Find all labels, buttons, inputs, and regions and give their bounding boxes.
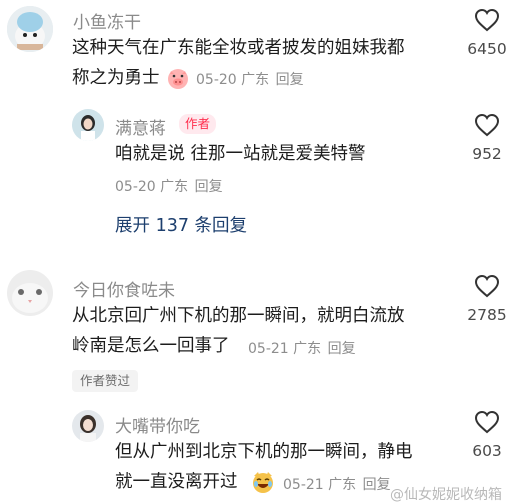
reply-button[interactable]: 回复 xyxy=(195,179,223,195)
comment-meta: 05-20 广东 回复 xyxy=(115,176,223,196)
heart-icon xyxy=(474,8,500,32)
comment-text-line-1: 咱就是说 往那一站就是爱美特警 xyxy=(115,144,366,164)
pig-face-emoji-icon xyxy=(166,66,190,90)
author-badge: 作者 xyxy=(179,114,217,134)
like-button[interactable] xyxy=(474,410,500,438)
comment-meta: 05-20 广东 回复 xyxy=(196,69,304,89)
comment-text-line-2: 称之为勇士 xyxy=(72,68,160,88)
avatar[interactable] xyxy=(72,109,104,141)
comment-location: 广东 xyxy=(328,477,357,493)
reply-button[interactable]: 回复 xyxy=(363,477,391,493)
commenter-name[interactable]: 大嘴带你吃 xyxy=(115,412,200,437)
comment-text-line-1: 从北京回广州下机的那一瞬间，就明白流放 xyxy=(72,306,405,326)
comment-text-line-1: 这种天气在广东能全妆或者披发的姐妹我都 xyxy=(72,38,405,58)
commenter-name[interactable]: 小鱼冻干 xyxy=(73,8,141,33)
like-button[interactable] xyxy=(474,113,500,141)
commenter-name[interactable]: 今日你食咗未 xyxy=(73,276,175,301)
avatar[interactable] xyxy=(72,410,104,442)
like-count: 2785 xyxy=(467,306,507,324)
heart-icon xyxy=(474,410,500,434)
laughing-cat-emoji-icon xyxy=(251,470,275,494)
author-liked-badge: 作者赞过 xyxy=(72,370,139,392)
comment-location: 广东 xyxy=(160,179,189,195)
comment-location: 广东 xyxy=(293,341,322,357)
like-count: 6450 xyxy=(467,40,507,58)
comment-date: 05-21 xyxy=(248,341,289,357)
comment-text-line-2: 岭南是怎么一回事了 xyxy=(72,336,230,356)
like-button[interactable] xyxy=(474,8,500,36)
heart-icon xyxy=(474,113,500,137)
like-button[interactable] xyxy=(474,274,500,302)
comment-date: 05-21 xyxy=(283,477,324,493)
reply-button[interactable]: 回复 xyxy=(328,341,356,357)
like-count: 603 xyxy=(472,442,502,460)
expand-replies-link[interactable]: 展开 137 条回复 xyxy=(115,212,247,237)
heart-icon xyxy=(474,274,500,298)
commenter-name[interactable]: 满意蒋 xyxy=(115,114,166,139)
avatar[interactable] xyxy=(7,6,53,52)
comment-date: 05-20 xyxy=(115,179,156,195)
comment-text-line-2: 就一直没离开过 xyxy=(115,472,238,492)
comment-meta: 05-21 广东 回复 xyxy=(248,338,356,358)
like-count: 952 xyxy=(472,145,502,163)
comment-meta: 05-21 广东 回复 xyxy=(283,474,391,494)
comment-text-line-1: 但从广州到北京下机的那一瞬间，静电 xyxy=(115,442,413,462)
watermark: @仙女妮妮收纳箱 xyxy=(390,487,502,503)
comment-date: 05-20 xyxy=(196,72,237,88)
reply-button[interactable]: 回复 xyxy=(276,72,304,88)
comment-location: 广东 xyxy=(241,72,270,88)
avatar[interactable] xyxy=(7,270,53,316)
